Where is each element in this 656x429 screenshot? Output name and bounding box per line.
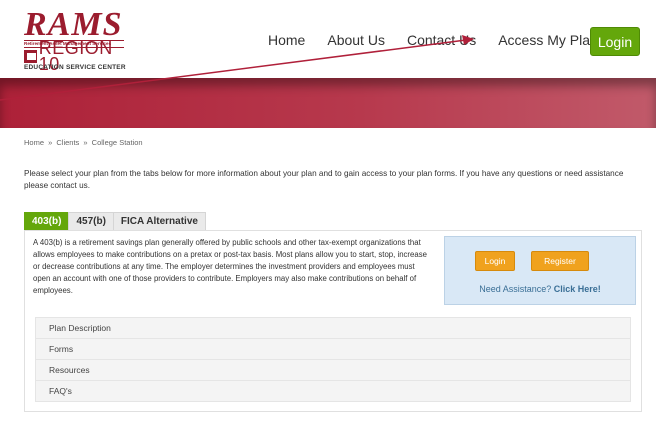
nav-access-my-plan[interactable]: Access My Plan [498,32,598,48]
intro-text: Please select your plan from the tabs be… [24,169,624,190]
accordion-plan-description[interactable]: Plan Description [35,317,631,338]
assistance-box: Login Register Need Assistance? Click He… [444,236,636,305]
rams-logo[interactable]: RAMS Retirement Asset Management Service… [24,6,126,73]
assistance-link[interactable]: Click Here! [554,284,601,294]
logo-center: EDUCATION SERVICE CENTER [24,64,126,71]
tab-403b[interactable]: 403(b) [24,212,70,231]
plan-description-text: A 403(b) is a retirement savings plan ge… [33,238,427,295]
plan-tabs: 403(b) 457(b) FICA Alternative [24,212,206,231]
tab-fica-alternative[interactable]: FICA Alternative [112,212,206,231]
nav-contact-us[interactable]: Contact Us [407,32,476,48]
nav-home[interactable]: Home [268,32,305,48]
main-nav: Home About Us Contact Us Access My Plan [268,32,620,48]
accordion-faqs[interactable]: FAQ's [35,380,631,402]
accordion-resources[interactable]: Resources [35,359,631,380]
plan-accordion: Plan Description Forms Resources FAQ's [35,317,631,402]
logo-region: REGION 10 [24,39,124,73]
accordion-forms[interactable]: Forms [35,338,631,359]
breadcrumb-clients[interactable]: Clients [56,138,79,147]
tab-457b[interactable]: 457(b) [68,212,114,231]
nav-about-us[interactable]: About Us [327,32,385,48]
plan-login-button[interactable]: Login [475,251,515,271]
hero-banner [0,78,656,128]
plan-panel: A 403(b) is a retirement savings plan ge… [24,230,642,412]
logo-brand: RAMS [24,6,123,43]
breadcrumb-home[interactable]: Home [24,138,44,147]
assistance-label: Need Assistance? [479,284,552,294]
assistance-text: Need Assistance? Click Here! [445,284,635,294]
header-login-button[interactable]: Login [590,27,640,56]
breadcrumb-current: College Station [91,138,143,147]
register-button[interactable]: Register [531,251,589,271]
breadcrumb-separator: » [48,138,53,147]
breadcrumb: Home » Clients » College Station [24,138,143,147]
breadcrumb-separator: » [83,138,88,147]
site-header: RAMS Retirement Asset Management Service… [0,0,656,78]
region-square-icon [24,49,37,63]
